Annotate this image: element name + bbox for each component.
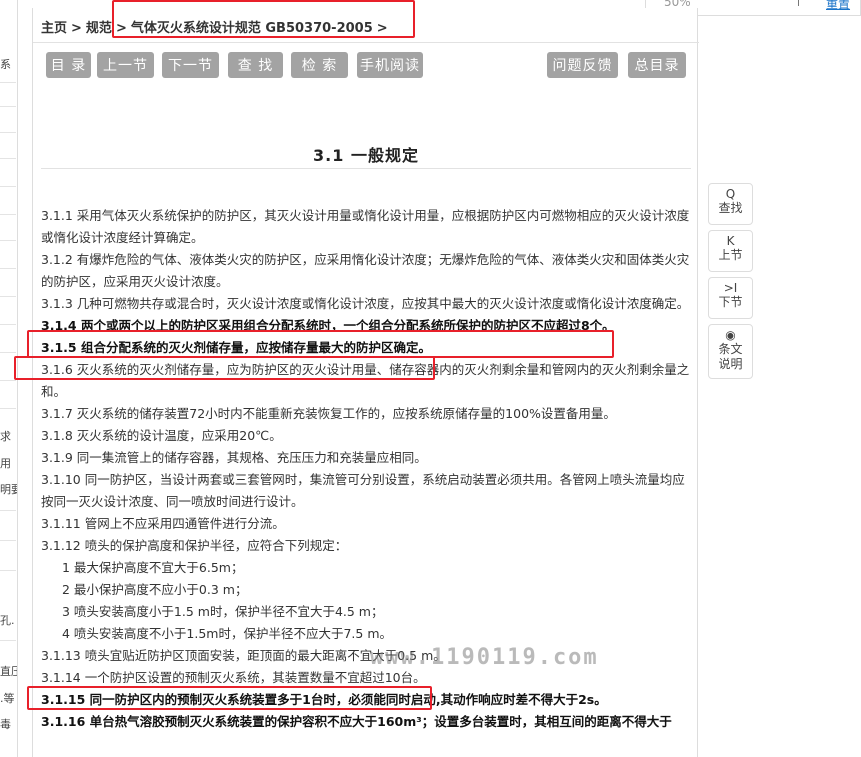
search-icon: Q xyxy=(725,187,736,201)
left-fragment-text: 明要 xyxy=(0,483,17,496)
main-toc-button[interactable]: 总目录 xyxy=(628,52,686,78)
eye-icon: ◉ xyxy=(725,328,736,342)
left-fragment-text: 直压 xyxy=(0,665,17,678)
section-title: 3.1 一般规定 xyxy=(313,146,419,165)
breadcrumb-separator: > xyxy=(71,21,82,36)
clause-item: 3.1.10 同一防护区，当设计两套或三套管网时，集流管可分别设置，系统启动装置… xyxy=(41,472,685,509)
clause-item: 3.1.7 灭火系统的储存装置72小时内不能重新充装恢复工作的，应按系统原储存量… xyxy=(41,406,616,421)
next-section-icon: >I xyxy=(723,281,738,295)
side-next-button[interactable]: >I 下节 xyxy=(708,277,753,319)
left-fragment-text: 求 xyxy=(0,430,11,443)
prev-section-icon: K xyxy=(726,234,735,248)
clause-item: 3.1.6 灭火系统的灭火剂储存量，应为防护区的灭火设计用量、储存容器内的灭火剂… xyxy=(41,362,690,399)
next-section-button[interactable]: 下一节 xyxy=(162,52,219,78)
clause-item: 3.1.12 喷头的保护高度和保护半径，应符合下列规定： xyxy=(41,538,348,553)
clause-subitem: 2 最小保护高度不应小于0.3 m； xyxy=(62,582,248,597)
clause-subitem: 4 喷头安装高度不小于1.5m时，保护半径不应大于7.5 m。 xyxy=(62,626,393,641)
breadcrumb-home[interactable]: 主页 xyxy=(41,21,67,36)
clause-item: 3.1.2 有爆炸危险的气体、液体类火灾的防护区，应采用惰化设计浓度；无爆炸危险… xyxy=(41,252,690,289)
clause-item: 3.1.14 一个防护区设置的预制灭火系统，其装置数量不宜超过10台。 xyxy=(41,670,426,685)
mobile-read-button[interactable]: 手机阅读 xyxy=(357,52,423,78)
breadcrumb-document[interactable]: 气体灭火系统设计规范 GB50370-2005 xyxy=(131,21,373,36)
feedback-button[interactable]: 问题反馈 xyxy=(547,52,618,78)
side-explain-button[interactable]: ◉ 条文说明 xyxy=(708,324,753,379)
clause-item: 3.1.3 几种可燃物共存或混合时，灭火设计浓度或惰化设计浓度，应按其中最大的灭… xyxy=(41,296,690,311)
title-divider xyxy=(41,168,691,169)
left-fragment-text: 系 xyxy=(0,58,11,71)
side-prev-label: 上节 xyxy=(718,248,743,262)
prev-section-button[interactable]: 上一节 xyxy=(97,52,154,78)
side-find-label: 查找 xyxy=(718,201,743,215)
breadcrumb-separator: > xyxy=(115,21,127,36)
find-button[interactable]: 查 找 xyxy=(228,52,283,78)
left-panel-fragment: 系 求 用 明要 孔. 直压 .等 毒 xyxy=(0,0,18,757)
clause-item: 3.1.15 同一防护区内的预制灭火系统装置多于1台时，必须能同时启动,其动作响… xyxy=(41,692,607,707)
clause-item: 3.1.1 采用气体灭火系统保护的防护区，其灭火设计用量或惰化设计用量，应根据防… xyxy=(41,208,690,245)
clause-list: 3.1.1 采用气体灭火系统保护的防护区，其灭火设计用量或惰化设计用量，应根据防… xyxy=(41,205,691,733)
clause-subitem: 1 最大保护高度不宜大于6.5m； xyxy=(62,560,244,575)
side-explain-label: 条文说明 xyxy=(718,342,743,371)
breadcrumb: 主页 > 规范 > 气体灭火系统设计规范 GB50370-2005 > xyxy=(41,17,392,36)
clause-item: 3.1.8 灭火系统的设计温度，应采用20℃。 xyxy=(41,428,282,443)
clause-item: 3.1.9 同一集流管上的储存容器，其规格、充压压力和充装量应相同。 xyxy=(41,450,427,465)
left-fragment-text: 用 xyxy=(0,457,11,470)
clause-subitem: 3 喷头安装高度小于1.5 m时，保护半径不宜大于4.5 m； xyxy=(62,604,384,619)
clause-item: 3.1.16 单台热气溶胶预制灭火系统装置的保护容积不应大于160m³；设置多台… xyxy=(41,714,672,729)
breadcrumb-category[interactable]: 规范 xyxy=(86,21,112,36)
side-find-button[interactable]: Q 查找 xyxy=(708,183,753,225)
side-prev-button[interactable]: K 上节 xyxy=(708,230,753,272)
clause-item: 3.1.4 两个或两个以上的防护区采用组合分配系统时，一个组合分配系统所保护的防… xyxy=(41,318,615,333)
toc-button[interactable]: 目 录 xyxy=(46,52,91,78)
search-button[interactable]: 检 索 xyxy=(291,52,348,78)
left-fragment-text: .等 xyxy=(0,692,15,705)
zoom-slider-handle[interactable] xyxy=(798,0,799,6)
left-fragment-text: 毒 xyxy=(0,718,11,731)
clause-item: 3.1.13 喷头宜贴近防护区顶面安装，距顶面的最大距离不宜大于0.5 m。 xyxy=(41,648,446,663)
breadcrumb-divider xyxy=(33,42,699,43)
side-next-label: 下节 xyxy=(718,295,743,309)
clause-item: 3.1.5 组合分配系统的灭火剂储存量，应按储存量最大的防护区确定。 xyxy=(41,340,431,355)
clause-item: 3.1.11 管网上不应采用四通管件进行分流。 xyxy=(41,516,285,531)
reset-link[interactable]: 重置 xyxy=(826,0,850,12)
left-fragment-text: 孔. xyxy=(0,614,15,627)
breadcrumb-separator: > xyxy=(376,21,388,36)
